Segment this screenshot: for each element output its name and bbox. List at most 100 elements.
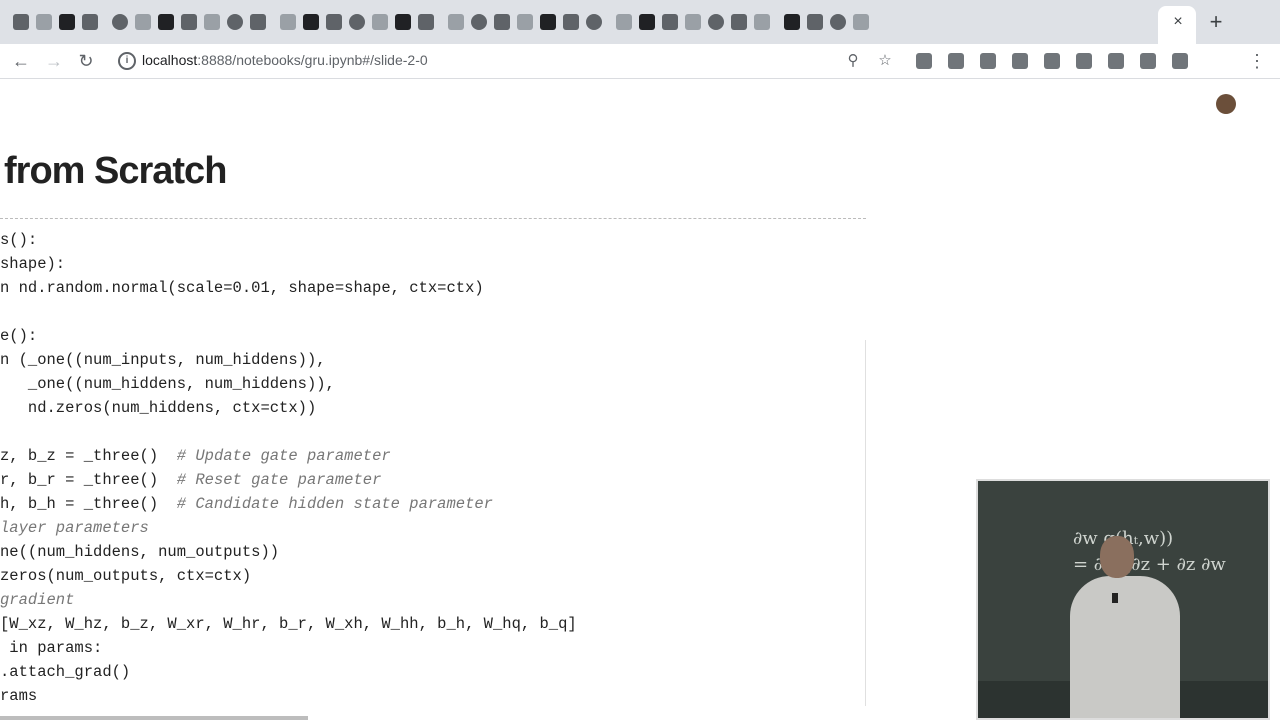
pinned-tab-icon[interactable]	[36, 14, 52, 30]
back-arrow-icon[interactable]: ←	[10, 50, 32, 72]
code-text: h, b_h = _three()	[0, 495, 177, 513]
chalk-writing: ∂w g(hₜ,w)) = ∂w [∂z + ∂z ∂w	[1073, 528, 1226, 575]
code-text: shape):	[0, 255, 66, 273]
pinned-tab-icon[interactable]	[639, 14, 655, 30]
pinned-tab-icon[interactable]	[471, 14, 487, 30]
pinned-tab-icon[interactable]	[853, 14, 869, 30]
code-comment: # Reset gate parameter	[176, 471, 382, 489]
code-line: in params:	[0, 636, 577, 660]
pinned-tab-icon[interactable]	[372, 14, 388, 30]
reload-icon[interactable]: ↻	[75, 50, 97, 72]
pinned-tab-icon[interactable]	[135, 14, 151, 30]
extension-icon[interactable]	[916, 53, 932, 69]
pinned-tab-icon[interactable]	[112, 14, 128, 30]
pinned-tab-icon[interactable]	[807, 14, 823, 30]
code-line: [W_xz, W_hz, b_z, W_xr, W_hr, b_r, W_xh,…	[0, 612, 577, 636]
cell-border	[865, 340, 866, 706]
extension-icon[interactable]	[1044, 53, 1060, 69]
pinned-tab-icon[interactable]	[303, 14, 319, 30]
pinned-tab-icon[interactable]	[563, 14, 579, 30]
code-line: s():	[0, 228, 577, 252]
extension-icon[interactable]	[980, 53, 996, 69]
code-line: .attach_grad()	[0, 660, 577, 684]
horizontal-scrollbar[interactable]	[0, 716, 308, 720]
code-line: shape):	[0, 252, 577, 276]
pinned-tab-icon[interactable]	[280, 14, 296, 30]
pinned-tab-icon[interactable]	[181, 14, 197, 30]
code-comment: gradient	[0, 591, 75, 609]
code-line: h, b_h = _three() # Candidate hidden sta…	[0, 492, 577, 516]
close-tab-button[interactable]: ×	[1168, 12, 1188, 32]
code-text: z, b_z = _three()	[0, 447, 177, 465]
code-text: rams	[0, 687, 38, 705]
code-text: s():	[0, 231, 38, 249]
pinned-tab-icon[interactable]	[227, 14, 243, 30]
pinned-tab-icon[interactable]	[82, 14, 98, 30]
code-text: e():	[0, 327, 38, 345]
forward-arrow-icon[interactable]: →	[43, 50, 65, 72]
kebab-menu-icon[interactable]: ⋮	[1248, 50, 1266, 72]
pinned-tab-icon[interactable]	[158, 14, 174, 30]
pinned-tab-icon[interactable]	[708, 14, 724, 30]
code-text: n (_one((num_inputs, num_hiddens)),	[0, 351, 326, 369]
code-text: r, b_r = _three()	[0, 471, 177, 489]
pinned-tab-icon[interactable]	[754, 14, 770, 30]
slide-title: from Scratch	[4, 150, 227, 192]
microphone	[1112, 593, 1118, 603]
pinned-tab-icon[interactable]	[59, 14, 75, 30]
pinned-tab-icon[interactable]	[448, 14, 464, 30]
extension-icon[interactable]	[1012, 53, 1028, 69]
code-line: gradient	[0, 588, 577, 612]
new-tab-button[interactable]: +	[1204, 10, 1228, 34]
code-text: zeros(num_outputs, ctx=ctx)	[0, 567, 252, 585]
pinned-tab-icon[interactable]	[586, 14, 602, 30]
address-bar[interactable]: localhost:8888/notebooks/gru.ipynb#/slid…	[142, 52, 428, 68]
pinned-tab-icon[interactable]	[830, 14, 846, 30]
code-text: nd.zeros(num_hiddens, ctx=ctx))	[0, 399, 317, 417]
url-path: :8888/notebooks/gru.ipynb#/slide-2-0	[197, 52, 428, 68]
url-host: localhost	[142, 52, 198, 68]
extension-icon[interactable]	[1108, 53, 1124, 69]
pinned-tab-icon[interactable]	[13, 14, 29, 30]
pinned-tab-icon[interactable]	[517, 14, 533, 30]
pinned-tab-icon[interactable]	[204, 14, 220, 30]
pinned-tab-icon[interactable]	[616, 14, 632, 30]
code-line: e():	[0, 324, 577, 348]
pinned-tab-icon[interactable]	[685, 14, 701, 30]
browser-toolbar: ← → ↻ i localhost:8888/notebooks/gru.ipy…	[0, 44, 1280, 114]
info-icon[interactable]: i	[118, 52, 136, 70]
code-line: zeros(num_outputs, ctx=ctx)	[0, 564, 577, 588]
pinned-tab-icon[interactable]	[418, 14, 434, 30]
pinned-tab-icon[interactable]	[395, 14, 411, 30]
avatar[interactable]	[1216, 94, 1236, 114]
divider	[0, 218, 866, 219]
extension-icon[interactable]	[1076, 53, 1092, 69]
code-line: ne((num_hiddens, num_outputs))	[0, 540, 577, 564]
lecturer-video[interactable]: ∂w g(hₜ,w)) = ∂w [∂z + ∂z ∂w	[976, 479, 1270, 720]
tab-strip: × +	[0, 0, 1280, 44]
extension-icon[interactable]	[1172, 53, 1188, 69]
pinned-tab-icon[interactable]	[662, 14, 678, 30]
code-text: ne((num_hiddens, num_outputs))	[0, 543, 280, 561]
pinned-tab-icon[interactable]	[326, 14, 342, 30]
code-comment: # Candidate hidden state parameter	[176, 495, 493, 513]
pinned-tab-icon[interactable]	[494, 14, 510, 30]
code-text: .attach_grad()	[0, 663, 131, 681]
code-line: n (_one((num_inputs, num_hiddens)),	[0, 348, 577, 372]
pinned-tab-icon[interactable]	[250, 14, 266, 30]
pinned-tab-icon[interactable]	[731, 14, 747, 30]
pinned-tab-icon[interactable]	[540, 14, 556, 30]
code-comment: # Update gate parameter	[176, 447, 391, 465]
pinned-tab-icon[interactable]	[349, 14, 365, 30]
lecturer-head	[1100, 536, 1134, 578]
extension-icon[interactable]	[948, 53, 964, 69]
star-icon[interactable]: ☆	[876, 52, 894, 70]
code-comment: layer parameters	[0, 519, 149, 537]
extension-icon[interactable]	[1140, 53, 1156, 69]
lecturer-body	[1070, 576, 1180, 718]
magnifier-icon[interactable]: ⚲	[844, 52, 862, 70]
code-line: nd.zeros(num_hiddens, ctx=ctx))	[0, 396, 577, 420]
pinned-tab-icon[interactable]	[784, 14, 800, 30]
